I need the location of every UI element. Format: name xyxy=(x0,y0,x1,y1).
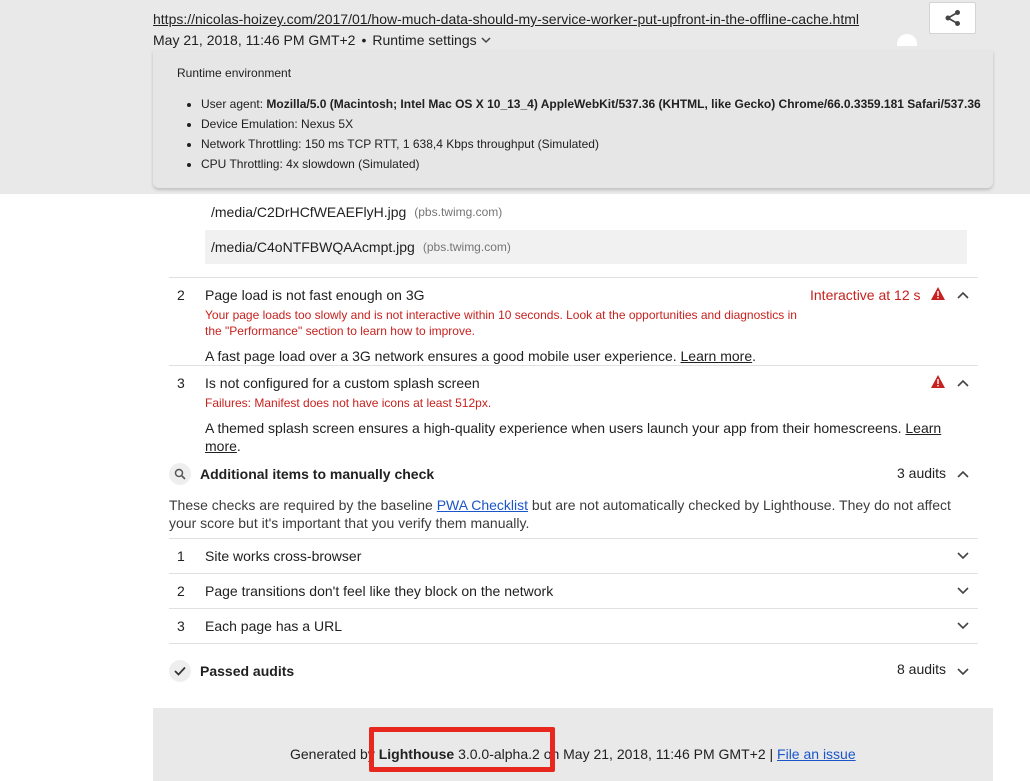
audit-failure-text: Your page loads too slowly and is not in… xyxy=(205,308,797,338)
report-timestamp: May 21, 2018, 11:46 PM GMT+2 xyxy=(153,32,356,48)
runtime-user-agent: User agent: Mozilla/5.0 (Macintosh; Inte… xyxy=(201,96,981,116)
checkmark-icon xyxy=(174,666,186,676)
share-button[interactable] xyxy=(929,2,976,34)
manual-check-intro: These checks are required by the baselin… xyxy=(169,497,951,531)
divider xyxy=(169,277,978,278)
manual-check-group-icon xyxy=(169,463,191,485)
report-meta: May 21, 2018, 11:46 PM GMT+2 • Runtime s… xyxy=(153,32,491,48)
divider xyxy=(169,643,978,644)
runtime-network-throttling: Network Throttling: 150 ms TCP RTT, 1 63… xyxy=(201,136,981,156)
manual-check-group-title[interactable]: Additional items to manually check xyxy=(200,466,434,482)
search-icon xyxy=(174,468,186,480)
chevron-down-icon xyxy=(481,36,491,43)
report-footer: Generated by Lighthouse 3.0.0-alpha.2 on… xyxy=(153,708,993,781)
audit-description: A fast page load over a 3G network ensur… xyxy=(205,348,756,364)
runtime-cpu-throttling: CPU Throttling: 4x slowdown (Simulated) xyxy=(201,156,981,176)
runtime-device-emulation: Device Emulation: Nexus 5X xyxy=(201,116,981,136)
runtime-settings-label: Runtime settings xyxy=(372,32,477,48)
learn-more-link[interactable]: Learn more xyxy=(681,348,753,364)
divider xyxy=(169,365,978,366)
runtime-settings-toggle[interactable]: Runtime settings xyxy=(372,32,491,48)
highlight-annotation-box xyxy=(369,727,555,772)
learn-more-link[interactable]: Learn xyxy=(905,420,941,436)
audit-description: A themed splash screen ensures a high-qu… xyxy=(205,420,942,454)
url-host: (pbs.twimg.com) xyxy=(414,205,503,219)
report-header: https://nicolas-hoizey.com/2017/01/how-m… xyxy=(0,0,1030,194)
audit-failure-text: Failures: Manifest does not have icons a… xyxy=(205,396,492,410)
manual-item-title[interactable]: Page transitions don't feel like they bl… xyxy=(205,583,553,599)
report-url-link[interactable]: https://nicolas-hoizey.com/2017/01/how-m… xyxy=(153,11,859,27)
audit-title-splash-screen[interactable]: Is not configured for a custom splash sc… xyxy=(205,375,480,391)
manual-item-title[interactable]: Site works cross-browser xyxy=(205,548,361,564)
audit-number: 2 xyxy=(177,583,185,599)
runtime-title: Runtime environment xyxy=(177,66,292,80)
decorative-cloud xyxy=(897,34,917,46)
url-list-item: /media/C4oNTFBWQAAcmpt.jpg (pbs.twimg.co… xyxy=(205,230,967,264)
audit-title-page-load[interactable]: Page load is not fast enough on 3G xyxy=(205,287,425,303)
runtime-list: User agent: Mozilla/5.0 (Macintosh; Inte… xyxy=(201,96,981,176)
passed-group-icon xyxy=(169,660,191,682)
chevron-down-icon[interactable] xyxy=(957,622,969,630)
passed-group-title[interactable]: Passed audits xyxy=(200,663,294,679)
chevron-up-icon[interactable] xyxy=(957,291,969,299)
meta-separator: • xyxy=(361,32,367,48)
divider xyxy=(169,538,978,539)
url-list-item: /media/C2DrHCfWEAEFlyH.jpg (pbs.twimg.co… xyxy=(205,195,967,229)
user-agent-value: Mozilla/5.0 (Macintosh; Intel Mac OS X 1… xyxy=(266,97,981,111)
audit-number: 2 xyxy=(177,287,185,303)
audit-number: 3 xyxy=(177,618,185,634)
divider xyxy=(169,608,978,609)
learn-more-link[interactable]: more xyxy=(205,438,237,454)
chevron-up-icon[interactable] xyxy=(957,470,969,478)
divider xyxy=(169,573,978,574)
audit-number: 1 xyxy=(177,548,185,564)
manual-item-title[interactable]: Each page has a URL xyxy=(205,618,342,634)
file-issue-link[interactable]: File an issue xyxy=(777,746,856,762)
manual-check-count: 3 audits xyxy=(897,465,947,481)
url-path: /media/C4oNTFBWQAAcmpt.jpg xyxy=(211,239,415,255)
share-icon xyxy=(945,10,960,26)
warning-icon xyxy=(931,375,945,388)
audit-metric-value: Interactive at 12 s xyxy=(810,287,921,303)
chevron-down-icon[interactable] xyxy=(957,587,969,595)
passed-count: 8 audits xyxy=(897,661,947,677)
url-host: (pbs.twimg.com) xyxy=(422,240,511,254)
chevron-down-icon[interactable] xyxy=(957,552,969,560)
url-path: /media/C2DrHCfWEAEFlyH.jpg xyxy=(211,204,407,220)
warning-icon xyxy=(931,287,945,300)
chevron-down-icon[interactable] xyxy=(957,668,969,676)
chevron-up-icon[interactable] xyxy=(957,379,969,387)
pwa-checklist-link[interactable]: PWA Checklist xyxy=(437,497,528,513)
audit-number: 3 xyxy=(177,375,185,391)
runtime-settings-panel: Runtime environment User agent: Mozilla/… xyxy=(153,50,993,188)
